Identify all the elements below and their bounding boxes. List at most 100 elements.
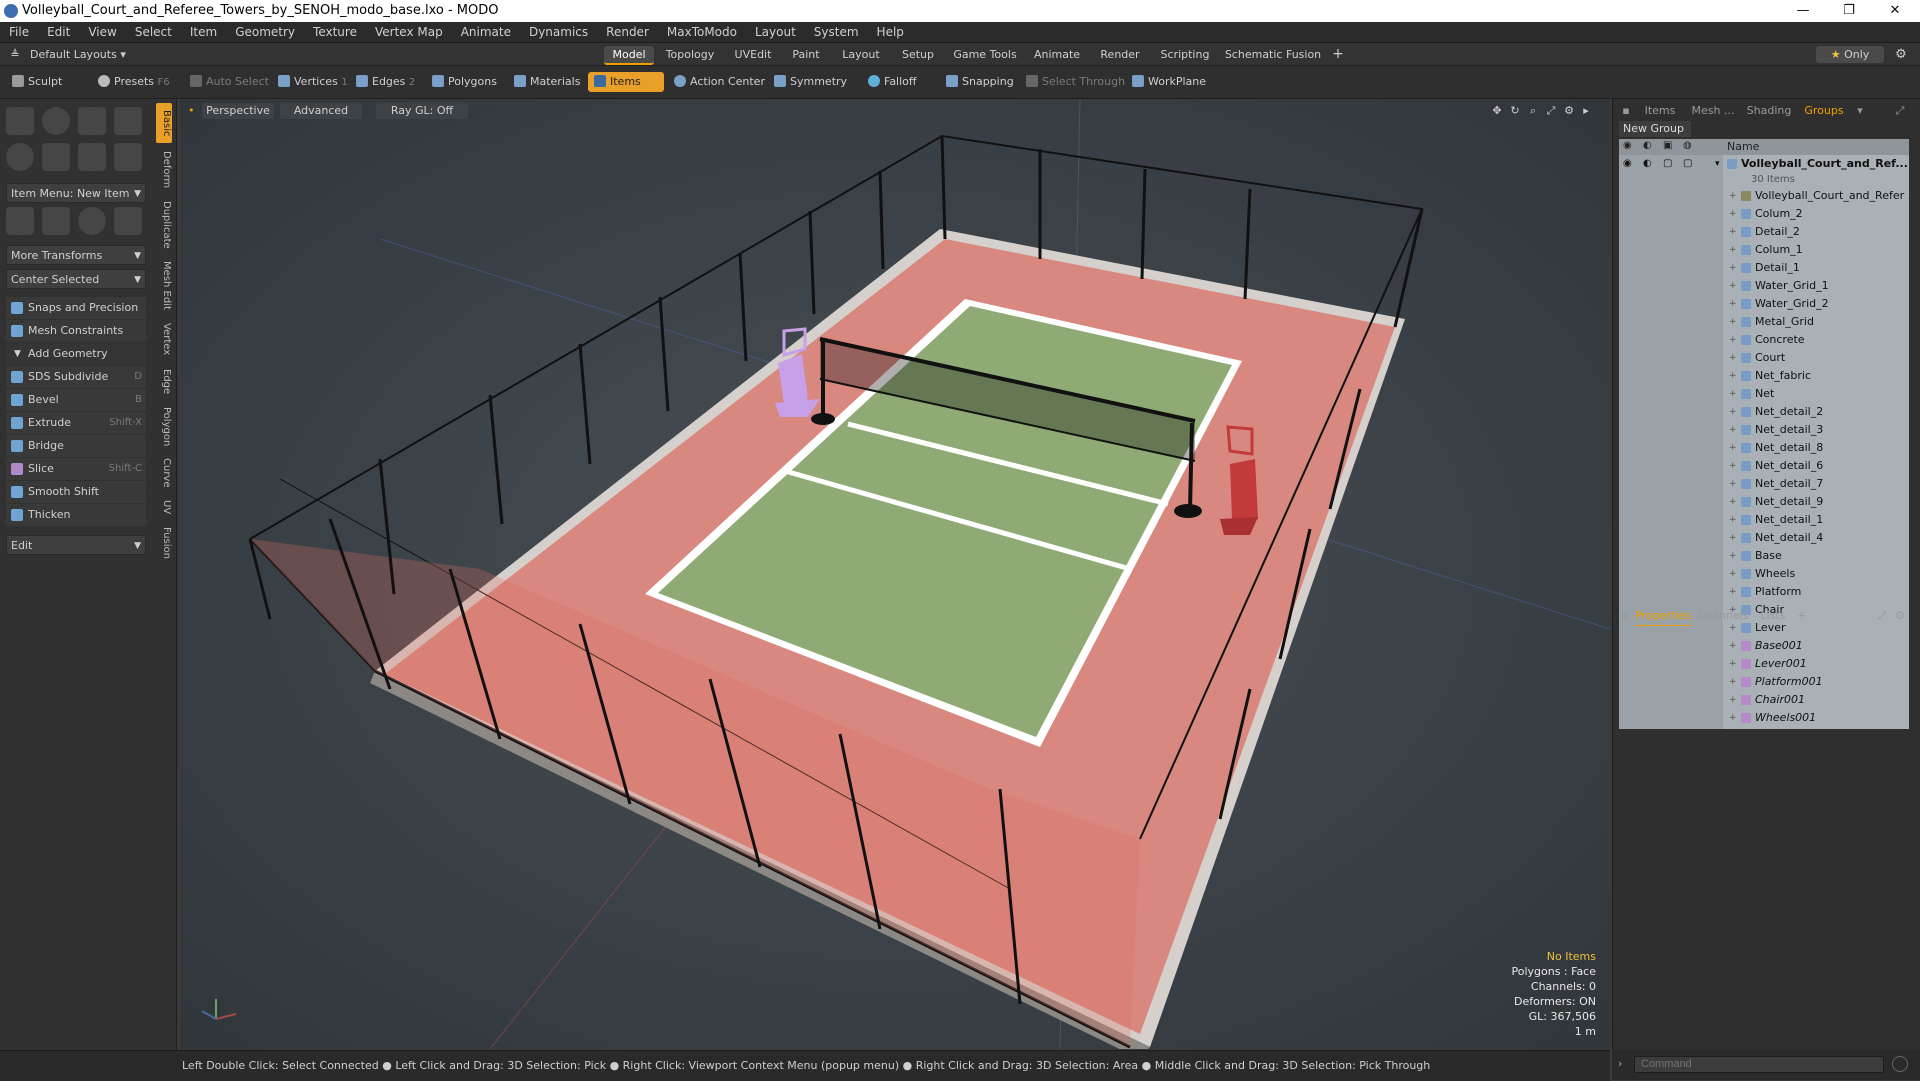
3d-viewport[interactable]: • Perspective Advanced Ray GL: Off ✥ ↻ ⌕… — [180, 99, 1610, 1049]
list-item[interactable]: + Net — [1619, 385, 1909, 403]
tab-model[interactable]: Model — [604, 46, 654, 65]
list-item[interactable]: + Detail_1 — [1619, 259, 1909, 277]
minimize-button[interactable]: — — [1780, 0, 1826, 22]
list-item[interactable]: + Lever001 — [1619, 655, 1909, 673]
extrude-button[interactable]: Extrude Shift-X — [6, 412, 146, 434]
list-item[interactable]: + Base001 — [1619, 637, 1909, 655]
tab-scripting[interactable]: Scripting — [1154, 46, 1216, 63]
expand-icon[interactable]: + — [1729, 367, 1737, 385]
more-transforms-dropdown[interactable]: More Transforms ▼ — [6, 245, 146, 265]
expand-icon[interactable]: + — [1729, 277, 1737, 295]
list-item[interactable]: + Base — [1619, 547, 1909, 565]
tab-uvedit[interactable]: UVEdit — [728, 46, 778, 63]
menu-help[interactable]: Help — [868, 22, 913, 42]
list-item[interactable]: + Net_detail_8 — [1619, 439, 1909, 457]
add-geometry-header[interactable]: ▼ Add Geometry — [6, 343, 146, 365]
expand-icon[interactable]: + — [1729, 637, 1737, 655]
vtab-vertex[interactable]: Vertex — [156, 317, 172, 361]
expand-icon[interactable]: + — [1729, 403, 1737, 421]
menu-select[interactable]: Select — [126, 22, 181, 42]
expand-icon[interactable]: + — [1729, 223, 1737, 241]
expand-icon[interactable]: + — [1729, 205, 1737, 223]
cylinder-primitive-icon[interactable] — [78, 107, 106, 135]
list-item[interactable]: + Platform001 — [1619, 673, 1909, 691]
tab-groups[interactable]: Groups — [1799, 102, 1849, 120]
menu-item[interactable]: Item — [181, 22, 226, 42]
snapping-button[interactable]: Snapping — [940, 72, 1020, 92]
vtab-fusion[interactable]: Fusion — [156, 523, 172, 563]
menu-dynamics[interactable]: Dynamics — [520, 22, 597, 42]
snaps-precision-button[interactable]: Snaps and Precision — [6, 297, 146, 319]
vertices-button[interactable]: Vertices 1 — [272, 72, 354, 92]
list-item[interactable]: + Chair001 — [1619, 691, 1909, 709]
expand-icon[interactable]: + — [1729, 673, 1737, 691]
text-tool-icon[interactable] — [114, 143, 142, 171]
list-item[interactable]: + Net_detail_6 — [1619, 457, 1909, 475]
list-item[interactable]: + Net_detail_1 — [1619, 511, 1909, 529]
list-item[interactable]: + Net_detail_7 — [1619, 475, 1909, 493]
expand-icon[interactable]: + — [1729, 511, 1737, 529]
expand-icon[interactable]: + — [1729, 475, 1737, 493]
gear-icon[interactable]: ⚙ — [1892, 46, 1910, 63]
render-icon[interactable]: ◐ — [1643, 140, 1652, 151]
symmetry-button[interactable]: Symmetry — [768, 72, 853, 92]
tab-game-tools[interactable]: Game Tools — [950, 46, 1020, 63]
bridge-button[interactable]: Bridge — [6, 435, 146, 457]
expand-panel-icon[interactable]: ⤢ — [1893, 102, 1907, 120]
vtab-basic[interactable]: Basic — [156, 103, 172, 143]
list-item[interactable]: + Water_Grid_1 — [1619, 277, 1909, 295]
sds-subdivide-button[interactable]: SDS Subdivide D — [6, 366, 146, 388]
select-icon[interactable]: ◍ — [1683, 140, 1692, 151]
expand-icon[interactable]: + — [1729, 493, 1737, 511]
menu-texture[interactable]: Texture — [304, 22, 366, 42]
tab-schematic-fusion[interactable]: Schematic Fusion — [1222, 46, 1324, 63]
expand-icon[interactable]: + — [1729, 241, 1737, 259]
items-button[interactable]: Items — [588, 72, 664, 92]
expand-icon[interactable]: + — [1729, 691, 1737, 709]
maximize-button[interactable]: ❐ — [1826, 0, 1872, 22]
expand-icon[interactable]: + — [1729, 385, 1737, 403]
tab-properties[interactable]: Properties — [1635, 607, 1691, 626]
command-input[interactable] — [1634, 1056, 1884, 1073]
expand-icon[interactable]: + — [1729, 259, 1737, 277]
menu-file[interactable]: File — [0, 22, 38, 42]
expand-panel-icon[interactable]: ⤢ — [1875, 607, 1889, 625]
list-item[interactable]: + Court — [1619, 349, 1909, 367]
expand-icon[interactable]: + — [1729, 439, 1737, 457]
presets-button[interactable]: Presets F6 — [92, 72, 176, 92]
add-tab-button[interactable]: + — [1795, 607, 1809, 625]
tab-setup[interactable]: Setup — [894, 46, 942, 63]
tab-topology[interactable]: Topology — [660, 46, 720, 63]
default-layouts-dropdown[interactable]: Default Layouts ▾ — [30, 46, 130, 63]
torus-primitive-icon[interactable] — [6, 143, 34, 171]
vtab-polygon[interactable]: Polygon — [156, 403, 172, 451]
move-tool-icon[interactable] — [6, 207, 34, 235]
list-item[interactable]: + Net_detail_3 — [1619, 421, 1909, 439]
record-icon[interactable] — [1892, 1056, 1908, 1072]
close-button[interactable]: ✕ — [1872, 0, 1918, 22]
expand-icon[interactable]: + — [1729, 583, 1737, 601]
sculpt-button[interactable]: Sculpt — [6, 72, 68, 92]
menu-edit[interactable]: Edit — [38, 22, 79, 42]
gear-icon[interactable]: ⚙ — [1893, 607, 1907, 625]
expand-icon[interactable]: + — [1729, 187, 1737, 205]
auto-select-button[interactable]: Auto Select — [184, 72, 275, 92]
tab-channels[interactable]: Channels — [1697, 607, 1749, 625]
expand-icon[interactable]: + — [1729, 457, 1737, 475]
menu-vertex-map[interactable]: Vertex Map — [366, 22, 452, 42]
list-item[interactable]: + Volleyball_Court_and_Refer ... — [1619, 187, 1909, 205]
polygons-button[interactable]: Polygons — [426, 72, 503, 92]
cone-primitive-icon[interactable] — [114, 107, 142, 135]
list-item[interactable]: + Net_fabric — [1619, 367, 1909, 385]
list-item[interactable]: + Concrete — [1619, 331, 1909, 349]
expand-icon[interactable]: + — [1729, 349, 1737, 367]
menu-animate[interactable]: Animate — [452, 22, 520, 42]
tab-render[interactable]: Render — [1092, 46, 1148, 63]
expand-icon[interactable]: + — [1729, 529, 1737, 547]
mesh-constraints-button[interactable]: Mesh Constraints — [6, 320, 146, 342]
tab-lists[interactable]: Lists — [1753, 607, 1793, 625]
layout-menu-icon[interactable]: ≜ — [8, 46, 22, 63]
tab-items[interactable]: Items — [1637, 102, 1683, 120]
menu-system[interactable]: System — [805, 22, 868, 42]
action-center-button[interactable]: Action Center — [668, 72, 771, 92]
